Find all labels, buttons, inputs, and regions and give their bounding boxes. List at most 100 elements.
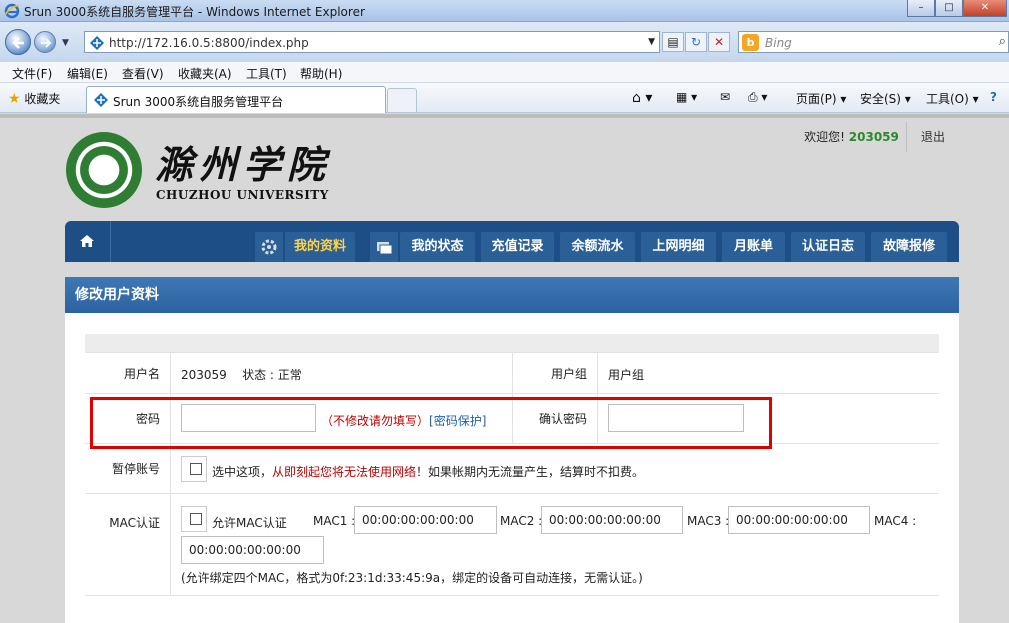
home-icon[interactable]: ⌂ ▾ [632, 90, 652, 106]
favorites-bar: ★ 收藏夹 Srun 3000系统自服务管理平台 ⌂ ▾ ▦ ▾ ✉ ⎙ ▾ 页… [0, 83, 1009, 113]
mac-label: MAC认证 [85, 494, 171, 595]
mac-format-note: (允许绑定四个MAC，格式为0f:23:1d:33:45:9a，绑定的设备可自动… [181, 571, 643, 585]
suspend-text-prefix: 选中这项， [212, 465, 273, 479]
stop-icon[interactable]: ✕ [708, 32, 730, 52]
password-note: （不修改请勿填写） [321, 414, 430, 428]
main-navigation: 我的资料 我的状态 充值记录 余额流水 上网明细 月账单 认证日志 故障报修 [65, 221, 959, 262]
menu-view[interactable]: 查看(V) [122, 65, 164, 82]
welcome-message: 欢迎您! 203059 [797, 122, 907, 152]
address-bar[interactable]: http://172.16.0.5:8800/index.php ▼ [84, 31, 660, 53]
search-box[interactable]: b Bing ⌕ [738, 31, 1009, 53]
panel-title: 修改用户资料 [65, 277, 959, 313]
favorites-label: 收藏夹 [24, 92, 61, 106]
university-name-en: CHUZHOU UNIVERSITY [156, 188, 329, 202]
status-value: 正常 [277, 368, 302, 382]
password-hint: （不修改请勿填写）[密码保护] [321, 412, 486, 429]
window-titlebar: Srun 3000系统自服务管理平台 - Windows Internet Ex… [0, 0, 1009, 22]
menu-help[interactable]: 帮助(H) [300, 65, 342, 82]
mac2-input[interactable] [541, 506, 683, 534]
nav-balance-flow[interactable]: 余额流水 [560, 232, 635, 262]
mac3-input[interactable] [728, 506, 870, 534]
browser-navbar: ▼ http://172.16.0.5:8800/index.php ▼ ▤ ↻… [0, 22, 1009, 62]
page-content: 滁州学院 CHUZHOU UNIVERSITY 欢迎您! 203059 退出 我… [0, 114, 1009, 623]
back-button[interactable] [5, 29, 31, 55]
username-text: 203059 [181, 368, 227, 382]
minimize-icon[interactable]: – [907, 0, 935, 17]
form-row-username: 用户名 203059 状态 : 正常 用户组 用户组 [85, 352, 939, 394]
compat-view-icon[interactable]: ▤ [662, 32, 684, 52]
page-top-border [0, 114, 1009, 118]
confirm-password-input[interactable] [608, 404, 744, 432]
suspend-label: 暂停账号 [85, 444, 171, 493]
gear-icon [255, 232, 283, 262]
group-value: 用户组 [608, 368, 645, 382]
suspend-description: 选中这项，从即刻起您将无法使用网络！如果帐期内无流量产生，结算时不扣费。 [212, 463, 644, 480]
university-seal-logo [66, 132, 142, 208]
mac4-label: MAC4 : [874, 514, 917, 528]
nav-recharge-records[interactable]: 充值记录 [481, 232, 554, 262]
url-text[interactable]: http://172.16.0.5:8800/index.php [109, 36, 309, 50]
favorites-button[interactable]: ★ 收藏夹 [8, 90, 60, 107]
mac4-input[interactable] [181, 536, 324, 564]
group-label: 用户组 [512, 353, 598, 393]
command-safety[interactable]: 安全(S) ▾ [860, 90, 911, 107]
form-row-password: 密码 （不修改请勿填写）[密码保护] 确认密码 [85, 394, 939, 444]
command-tools[interactable]: 工具(O) ▾ [926, 90, 979, 107]
mail-icon[interactable]: ✉ [720, 90, 730, 104]
house-icon [80, 235, 94, 247]
history-dropdown-icon[interactable]: ▼ [62, 38, 69, 48]
nav-my-profile[interactable]: 我的资料 [285, 232, 355, 262]
form-row-suspend: 暂停账号 选中这项，从即刻起您将无法使用网络！如果帐期内无流量产生，结算时不扣费… [85, 444, 939, 494]
forward-button[interactable] [34, 31, 56, 53]
site-favicon-icon [90, 36, 104, 50]
suspend-checkbox[interactable] [181, 456, 207, 482]
mac3-label: MAC3 : [687, 514, 730, 528]
mac1-label: MAC1 : [313, 514, 356, 528]
back-arrow-icon [12, 37, 24, 49]
close-icon[interactable]: ✕ [963, 0, 1007, 17]
print-icon[interactable]: ⎙ ▾ [748, 90, 767, 105]
window-title: Srun 3000系统自服务管理平台 - Windows Internet Ex… [24, 5, 365, 19]
menu-favorites[interactable]: 收藏夹(A) [178, 65, 232, 82]
menu-file[interactable]: 文件(F) [12, 65, 52, 82]
window-icon [370, 232, 398, 262]
nav-auth-log[interactable]: 认证日志 [791, 232, 865, 262]
nav-online-details[interactable]: 上网明细 [641, 232, 716, 262]
nav-fault-report[interactable]: 故障报修 [871, 232, 947, 262]
form-top-bar [85, 334, 939, 352]
tab-favicon-icon [94, 93, 108, 107]
password-label: 密码 [85, 394, 171, 443]
browser-tab[interactable]: Srun 3000系统自服务管理平台 [86, 86, 386, 113]
nav-monthly-bill[interactable]: 月账单 [722, 232, 785, 262]
profile-form: 用户名 203059 状态 : 正常 用户组 用户组 密码 （不修改请勿填写）[… [85, 334, 939, 596]
mac-allow-checkbox[interactable] [181, 506, 207, 532]
username-label: 用户名 [85, 353, 171, 393]
password-protect-link[interactable]: [密码保护] [429, 414, 486, 428]
nav-my-status[interactable]: 我的状态 [400, 232, 475, 262]
maximize-icon[interactable]: □ [935, 0, 963, 17]
menu-edit[interactable]: 编辑(E) [67, 65, 108, 82]
refresh-icon[interactable]: ↻ [685, 32, 707, 52]
search-icon[interactable]: ⌕ [999, 34, 1006, 49]
menu-tools[interactable]: 工具(T) [246, 65, 287, 82]
mac2-label: MAC2 : [500, 514, 543, 528]
address-dropdown-icon[interactable]: ▼ [648, 37, 655, 47]
confirm-password-label: 确认密码 [512, 394, 598, 443]
help-icon[interactable]: ? [990, 90, 997, 104]
logout-link[interactable]: 退出 [908, 122, 958, 152]
feeds-icon[interactable]: ▦ ▾ [676, 90, 697, 104]
star-icon: ★ [8, 91, 21, 107]
university-name-cn: 滁州学院 [155, 142, 332, 187]
search-placeholder[interactable]: Bing [765, 36, 792, 50]
status-label: 状态 : [242, 368, 274, 382]
bing-icon: b [742, 34, 759, 51]
username-value: 203059 状态 : 正常 [181, 366, 302, 383]
menu-bar: 文件(F) 编辑(E) 查看(V) 收藏夹(A) 工具(T) 帮助(H) [0, 62, 1009, 83]
tab-title: Srun 3000系统自服务管理平台 [113, 95, 284, 109]
password-input[interactable] [181, 404, 316, 432]
mac-allow-label: 允许MAC认证 [212, 516, 287, 530]
mac1-input[interactable] [354, 506, 497, 534]
new-tab-button[interactable] [387, 88, 417, 112]
home-button[interactable] [65, 221, 111, 262]
command-page[interactable]: 页面(P) ▾ [796, 90, 846, 107]
